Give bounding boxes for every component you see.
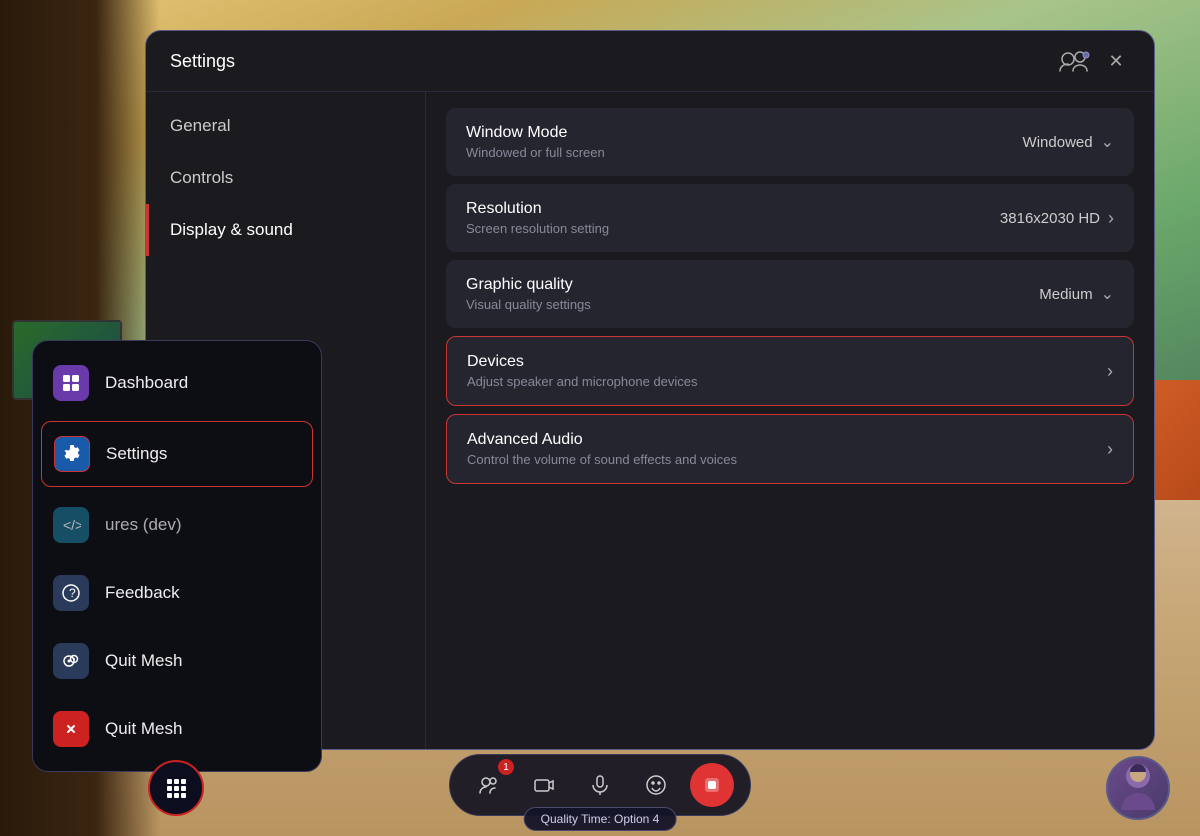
advanced-audio-row[interactable]: Advanced Audio Control the volume of sou…	[446, 414, 1134, 484]
camera-button[interactable]	[522, 763, 566, 807]
menu-item-settings[interactable]: Settings	[41, 421, 313, 487]
multiuser-icon	[1058, 49, 1090, 73]
advanced-audio-title: Advanced Audio	[467, 431, 1107, 449]
grid-menu-button[interactable]	[148, 760, 204, 816]
mic-button[interactable]	[578, 763, 622, 807]
dashboard-icon	[53, 365, 89, 401]
help-label: Feedback	[105, 583, 180, 603]
svg-text:</>: </>	[63, 517, 81, 533]
menu-item-feedback[interactable]: Quit Mesh	[33, 627, 321, 695]
people-badge: 1	[498, 759, 514, 775]
resolution-value: 3816x2030 HD	[1000, 210, 1100, 227]
menu-item-dashboard[interactable]: Dashboard	[33, 349, 321, 417]
quit-label: Quit Mesh	[105, 719, 182, 739]
feedback-icon	[53, 643, 89, 679]
resolution-row[interactable]: Resolution Screen resolution setting 381…	[446, 184, 1134, 252]
emoji-button[interactable]	[634, 763, 678, 807]
settings-label: Settings	[106, 444, 167, 464]
quality-badge: Quality Time: Option 4	[524, 807, 677, 831]
side-menu: Dashboard Settings </> ures (dev) ? Feed…	[32, 340, 322, 772]
menu-item-features[interactable]: </> ures (dev)	[33, 491, 321, 559]
help-icon: ?	[53, 575, 89, 611]
resolution-title: Resolution	[466, 200, 1000, 218]
quality-badge-text: Quality Time: Option 4	[541, 812, 660, 826]
window-mode-subtitle: Windowed or full screen	[466, 145, 1023, 160]
window-mode-title: Window Mode	[466, 124, 1023, 142]
nav-item-controls[interactable]: Controls	[146, 152, 425, 204]
share-button[interactable]	[690, 763, 734, 807]
quit-icon	[53, 711, 89, 747]
graphic-quality-row[interactable]: Graphic quality Visual quality settings …	[446, 260, 1134, 328]
window-mode-row[interactable]: Window Mode Windowed or full screen Wind…	[446, 108, 1134, 176]
menu-item-help[interactable]: ? Feedback	[33, 559, 321, 627]
nav-item-display-sound[interactable]: Display & sound	[146, 204, 425, 256]
dashboard-label: Dashboard	[105, 373, 188, 393]
nav-item-general[interactable]: General	[146, 100, 425, 152]
resolution-subtitle: Screen resolution setting	[466, 221, 1000, 236]
avatar-button[interactable]	[1106, 756, 1170, 820]
svg-text:?: ?	[69, 586, 76, 600]
chevron-down-icon-2: ⌄	[1101, 284, 1114, 304]
chevron-right-icon-3: ›	[1107, 439, 1113, 460]
settings-header: Settings ✕	[146, 31, 1154, 92]
devices-row[interactable]: Devices Adjust speaker and microphone de…	[446, 336, 1134, 406]
graphic-quality-value: Medium	[1039, 286, 1092, 303]
people-button[interactable]: 1	[466, 763, 510, 807]
devices-subtitle: Adjust speaker and microphone devices	[467, 374, 1107, 389]
settings-icon	[54, 436, 90, 472]
chevron-right-icon: ›	[1108, 208, 1114, 229]
chevron-down-icon: ⌄	[1101, 132, 1114, 152]
advanced-audio-subtitle: Control the volume of sound effects and …	[467, 452, 1107, 467]
devices-title: Devices	[467, 353, 1107, 371]
settings-title: Settings	[170, 51, 235, 72]
graphic-quality-title: Graphic quality	[466, 276, 1039, 294]
features-label: ures (dev)	[105, 515, 182, 535]
settings-content: Window Mode Windowed or full screen Wind…	[426, 92, 1154, 750]
features-icon: </>	[53, 507, 89, 543]
close-button[interactable]: ✕	[1102, 47, 1130, 75]
menu-item-quit[interactable]: Quit Mesh	[33, 695, 321, 763]
chevron-right-icon-2: ›	[1107, 361, 1113, 382]
header-icons: ✕	[1058, 47, 1130, 75]
graphic-quality-subtitle: Visual quality settings	[466, 297, 1039, 312]
window-mode-value: Windowed	[1023, 134, 1093, 151]
feedback-label: Quit Mesh	[105, 651, 182, 671]
